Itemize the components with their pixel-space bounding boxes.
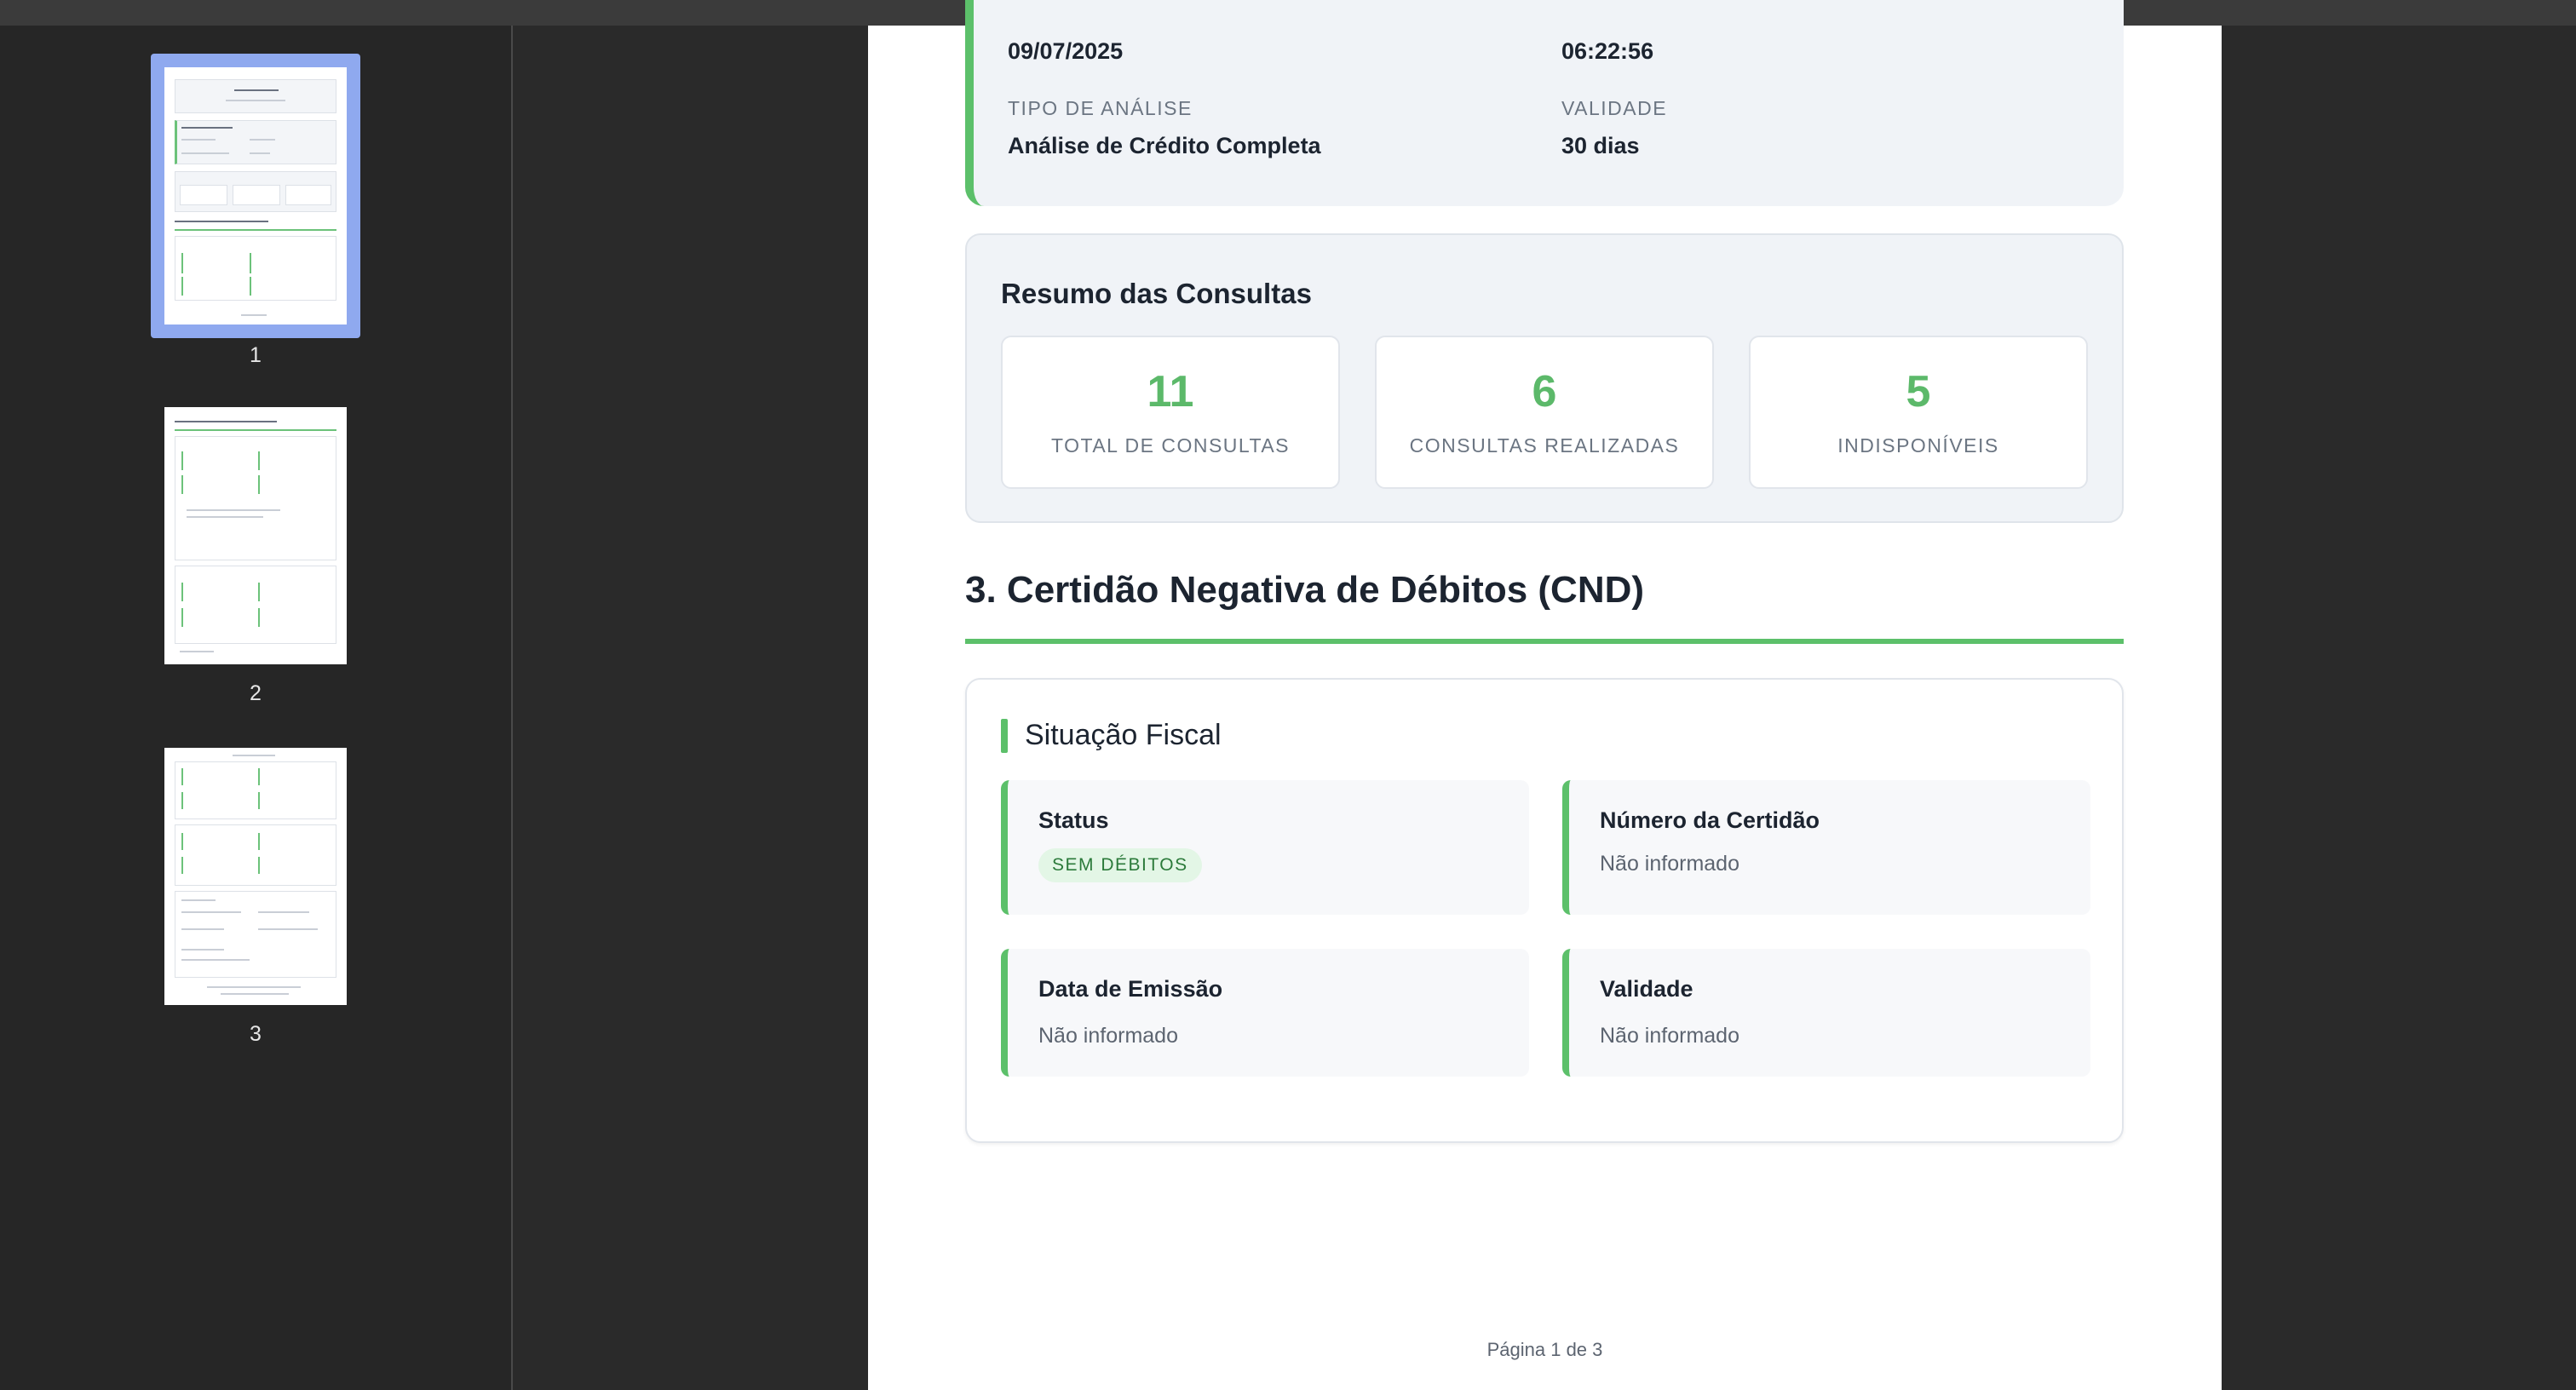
thumbnail-preview [164, 67, 347, 325]
analysis-type-label: TIPO DE ANÁLISE [1008, 97, 1193, 119]
stat-value: 11 [1147, 367, 1194, 416]
stat-label: CONSULTAS REALIZADAS [1409, 434, 1680, 457]
field-certificate-number: Número da Certidão Não informado [1562, 780, 2090, 915]
thumbnail-sidebar: 1 2 3 [0, 26, 511, 1390]
analysis-time: 06:22:56 [1561, 38, 1654, 64]
page-thumbnail-2[interactable]: 2 [164, 407, 347, 714]
analysis-info-card: 09/07/2025 06:22:56 TIPO DE ANÁLISE VALI… [965, 0, 2124, 206]
analysis-date: 09/07/2025 [1008, 38, 1124, 64]
stat-value: 5 [1906, 367, 1931, 416]
section-heading: 3. Certidão Negativa de Débitos (CND) [965, 569, 1645, 611]
page-thumbnail-1[interactable]: 1 [151, 54, 360, 367]
stat-unavailable: 5 INDISPONÍVEIS [1749, 336, 2088, 489]
thumbnail-page-number: 2 [250, 681, 262, 705]
subsection-title: Situação Fiscal [1025, 719, 1222, 751]
section-divider [965, 639, 2124, 644]
thumbnail-preview [164, 748, 347, 1005]
summary-title: Resumo das Consultas [1001, 278, 1312, 309]
subsection-accent-bar [1001, 719, 1008, 753]
thumbnail-page-number: 1 [250, 343, 262, 367]
field-issue-date: Data de Emissão Não informado [1001, 949, 1529, 1077]
field-label: Validade [1600, 976, 1693, 1002]
page-footer: Página 1 de 3 [1486, 1339, 1603, 1360]
fiscal-status-card: Situação Fiscal Status SEM DÉBITOS Númer… [965, 678, 2124, 1143]
page-thumbnail-3[interactable]: 3 [164, 748, 347, 1054]
field-validity: Validade Não informado [1562, 949, 2090, 1077]
field-status: Status SEM DÉBITOS [1001, 780, 1529, 915]
thumbnail-preview [164, 407, 347, 664]
stat-label: TOTAL DE CONSULTAS [1050, 434, 1291, 457]
query-summary-card: Resumo das Consultas 11 TOTAL DE CONSULT… [965, 233, 2124, 523]
validity-value: 30 dias [1561, 133, 1640, 158]
field-label: Status [1038, 807, 1109, 833]
status-badge: SEM DÉBITOS [1038, 848, 1202, 882]
stat-total-queries: 11 TOTAL DE CONSULTAS [1001, 336, 1340, 489]
stat-label: INDISPONÍVEIS [1837, 434, 1999, 457]
field-label: Data de Emissão [1038, 976, 1223, 1002]
analysis-type-value: Análise de Crédito Completa [1008, 133, 1321, 158]
field-value: Não informado [1600, 1024, 1739, 1048]
thumbnail-page-number: 3 [250, 1022, 262, 1046]
document-page: 09/07/2025 06:22:56 TIPO DE ANÁLISE VALI… [868, 0, 2222, 1390]
validity-label: VALIDADE [1561, 97, 1668, 119]
field-label: Número da Certidão [1600, 807, 1820, 833]
field-value: Não informado [1600, 852, 1739, 876]
stat-completed-queries: 6 CONSULTAS REALIZADAS [1375, 336, 1714, 489]
field-value: Não informado [1038, 1024, 1178, 1048]
stat-value: 6 [1532, 367, 1557, 416]
